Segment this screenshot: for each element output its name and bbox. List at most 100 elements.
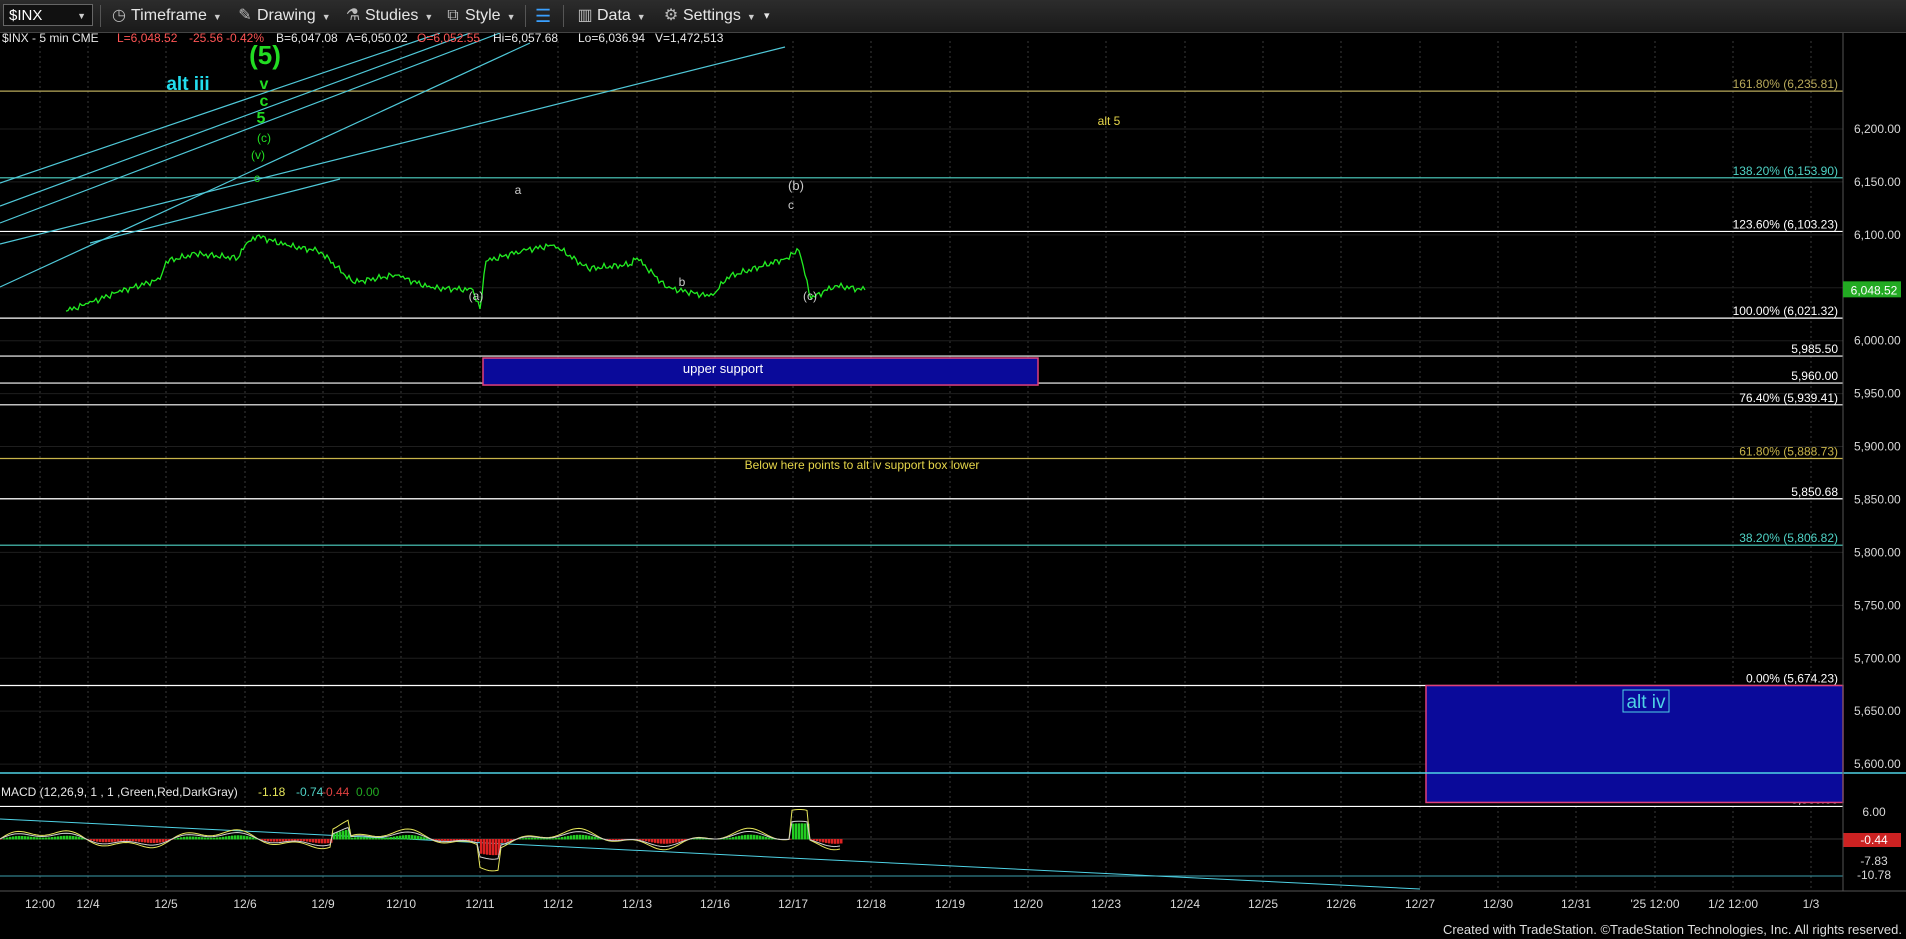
macd-histogram-bar [279,839,282,842]
macd-histogram-bar [519,838,522,840]
macd-histogram-bar [555,837,558,840]
x-tick-label: 1/3 [1803,897,1820,911]
macd-histogram-bar [384,837,387,840]
macd-histogram-bar [816,839,819,842]
x-tick-label: 12/12 [543,897,573,911]
macd-histogram-bar [78,837,81,840]
macd-histogram-bar [246,836,249,840]
macd-histogram-bar [213,837,216,840]
ask: A=6,050.02 [346,33,408,45]
macd-histogram-bar [198,836,201,840]
chevron-down-icon: ▼ [424,12,434,22]
timeframe-label: Timeframe [131,7,207,24]
macd-histogram-bar [12,836,15,840]
layout-icon[interactable]: ☰ [535,4,551,28]
macd-histogram-bar [321,839,324,844]
macd-histogram-bar [396,836,399,840]
macd-histogram-bar [486,839,489,855]
last-price: L=6,048.52 [117,33,178,45]
x-tick-label: 12/17 [778,897,808,911]
style-menu[interactable]: ⧉ Style ▼ [444,4,515,28]
symbol-line: $INX - 5 min CME [2,33,99,45]
x-tick-label: 1/2 12:00 [1708,897,1758,911]
overflow-icon[interactable]: ▾ [764,4,770,28]
macd-histogram-bar [129,839,132,841]
macd-histogram-bar [237,835,240,840]
macd-histogram-bar [813,839,816,841]
macd-histogram-bar [45,837,48,840]
symbol-value: $INX [9,7,43,24]
macd-histogram-bar [402,835,405,840]
timeframe-menu[interactable]: ◷ Timeframe ▼ [110,4,222,28]
macd-histogram-bar [831,839,834,844]
price-line [65,234,866,312]
macd-histogram-bar [303,839,306,842]
macd-histogram-bar [537,838,540,840]
chevron-down-icon: ▼ [746,12,756,22]
macd-histogram-bar [264,839,267,841]
wave-label: a [515,183,522,197]
macd-histogram-bar [546,838,549,840]
macd-histogram-bar [549,838,552,840]
x-tick-label: 12/24 [1170,897,1200,911]
macd-histogram-bar [300,839,303,841]
macd-histogram-bar [423,837,426,840]
macd-histogram-bar [408,834,411,840]
macd-histogram-bar [201,837,204,840]
macd-histogram-bar [150,839,153,843]
macd-histogram-bar [411,835,414,840]
macd-histogram-bar [96,839,99,842]
x-tick-label: 12/30 [1483,897,1513,911]
macd-histogram-bar [579,834,582,840]
macd-histogram-bar [450,839,453,841]
macd-histogram-bar [381,837,384,840]
macd-histogram-bar [108,839,111,843]
macd-histogram-bar [798,823,801,840]
level-label: 61.80% (5,888.73) [1739,444,1838,458]
macd-histogram-bar [93,839,96,842]
macd-histogram-bar [30,836,33,840]
macd-histogram-bar [36,837,39,840]
macd-histogram-bar [117,839,120,842]
macd-histogram-bar [345,829,348,840]
level-label: 5,985.50 [1791,342,1838,356]
separator [525,5,526,27]
studies-menu[interactable]: ⚗ Studies ▼ [344,4,433,28]
macd-histogram-bar [366,837,369,840]
symbol-input[interactable]: $INX ▼ [3,4,93,26]
macd-histogram-bar [585,835,588,840]
x-tick-label: 12/16 [700,897,730,911]
data-menu[interactable]: ▥ Data ▼ [576,4,645,28]
macd-histogram-bar [525,837,528,840]
macd-histogram-bar [177,837,180,840]
macd-histogram-bar [54,836,57,840]
y-tick-label: 5,600.00 [1854,757,1901,771]
price-chart[interactable]: 161.80% (6,235.81) 138.20% (6,153.90) 123.… [0,33,1906,915]
macd-histogram-bar [531,837,534,840]
macd-histogram-bar [474,839,477,842]
x-tick-label: 12/23 [1091,897,1121,911]
macd-histogram-bar [750,834,753,840]
macd-histogram-bar [6,837,9,840]
macd-histogram-bar [471,839,474,841]
macd-histogram-bar [192,836,195,840]
upper-support-label: upper support [683,361,764,376]
macd-histogram-bar [90,839,93,841]
macd-histogram-bar [138,839,141,842]
macd-value: 0.00 [356,785,380,799]
macd-histogram-bar [318,839,321,844]
macd-histogram-bar [564,836,567,840]
style-icon: ⧉ [447,7,459,24]
macd-histogram-bar [594,837,597,840]
chevron-down-icon[interactable]: ▼ [77,5,86,27]
level-label: 138.20% (6,153.90) [1733,164,1838,178]
settings-menu[interactable]: ⚙ Settings ▼ [662,4,756,28]
chevron-down-icon: ▼ [212,12,222,22]
macd-histogram-bar [60,836,63,840]
macd-histogram-bar [573,835,576,840]
macd-histogram-bar [42,837,45,840]
y-tick-label: 6,150.00 [1854,175,1901,189]
macd-histogram-bar [696,838,699,840]
drawing-menu[interactable]: ✎ Drawing ▼ [236,4,330,28]
macd-histogram-bar [405,835,408,840]
